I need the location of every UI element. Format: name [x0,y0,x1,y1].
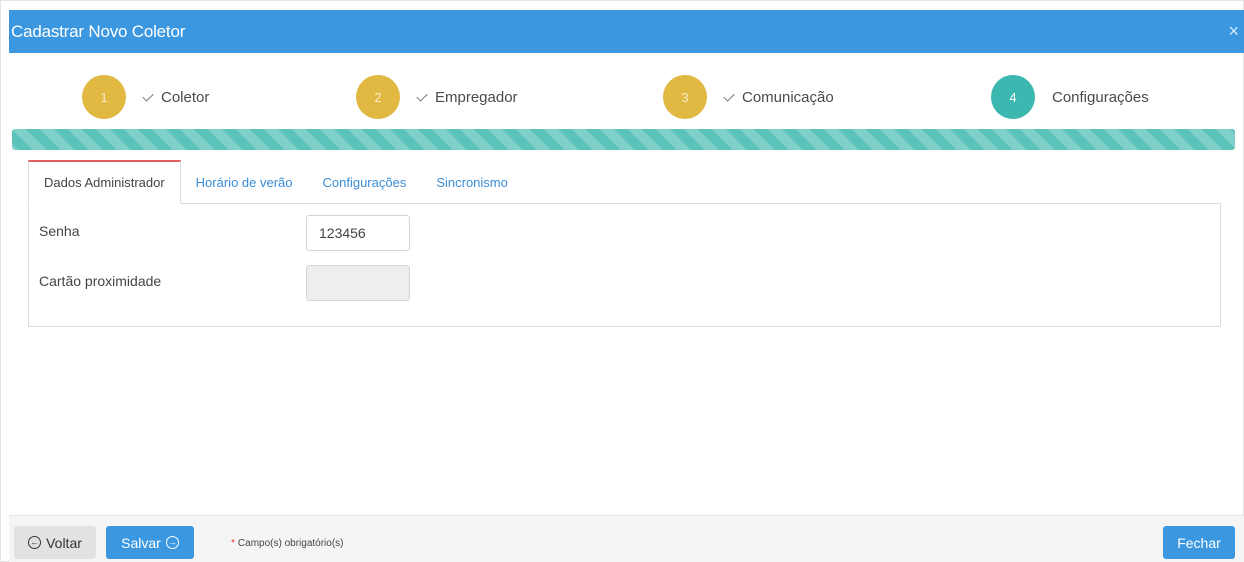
arrow-left-circle-icon: ← [28,536,42,549]
senha-label: Senha [39,223,80,239]
step-number-badge: 3 [663,75,707,119]
wizard-step-comunicacao[interactable]: 3 Comunicação [663,75,834,119]
step-label: Empregador [416,89,518,106]
check-icon [142,89,154,102]
step-number-badge: 1 [82,75,126,119]
close-icon[interactable]: × [1228,21,1239,41]
wizard-step-coletor[interactable]: 1 Coletor [82,75,209,119]
close-button[interactable]: Fechar [1163,526,1235,559]
wizard-step-empregador[interactable]: 2 Empregador [356,75,518,119]
tab-horario-de-verao[interactable]: Horário de verão [181,160,308,204]
modal-title: Cadastrar Novo Coletor [11,22,186,41]
cartao-proximidade-input [306,265,410,301]
step-label: Configurações [1052,88,1149,106]
required-asterisk: * [231,538,235,549]
save-button[interactable]: Salvar → [106,526,194,559]
step-label: Coletor [142,89,209,106]
check-icon [416,89,428,102]
modal-header: Cadastrar Novo Coletor × [9,10,1244,53]
register-collector-modal: Cadastrar Novo Coletor × 1 Coletor 2 Emp… [0,0,1244,562]
modal-footer: ← Voltar Salvar → * Campo(s) obrigatório(… [9,515,1244,562]
tab-configuracoes[interactable]: Configurações [308,160,422,204]
step-number-badge: 2 [356,75,400,119]
tab-dados-administrador[interactable]: Dados Administrador [28,160,181,204]
tab-bar: Dados Administrador Horário de verão Con… [28,160,523,204]
required-fields-note: * Campo(s) obrigatório(s) [231,538,344,549]
cartao-proximidade-label: Cartão proximidade [39,273,162,289]
arrow-right-circle-icon: → [165,536,179,549]
wizard-step-configuracoes[interactable]: 4 Configurações [991,75,1149,119]
wizard-progress-bar [12,129,1235,150]
back-button[interactable]: ← Voltar [14,526,96,559]
tab-panel-dados-administrador [28,203,1221,327]
tab-sincronismo[interactable]: Sincronismo [421,160,523,204]
step-label: Comunicação [723,89,834,106]
check-icon [723,89,735,102]
senha-input[interactable] [306,215,410,251]
step-number-badge: 4 [991,75,1035,119]
